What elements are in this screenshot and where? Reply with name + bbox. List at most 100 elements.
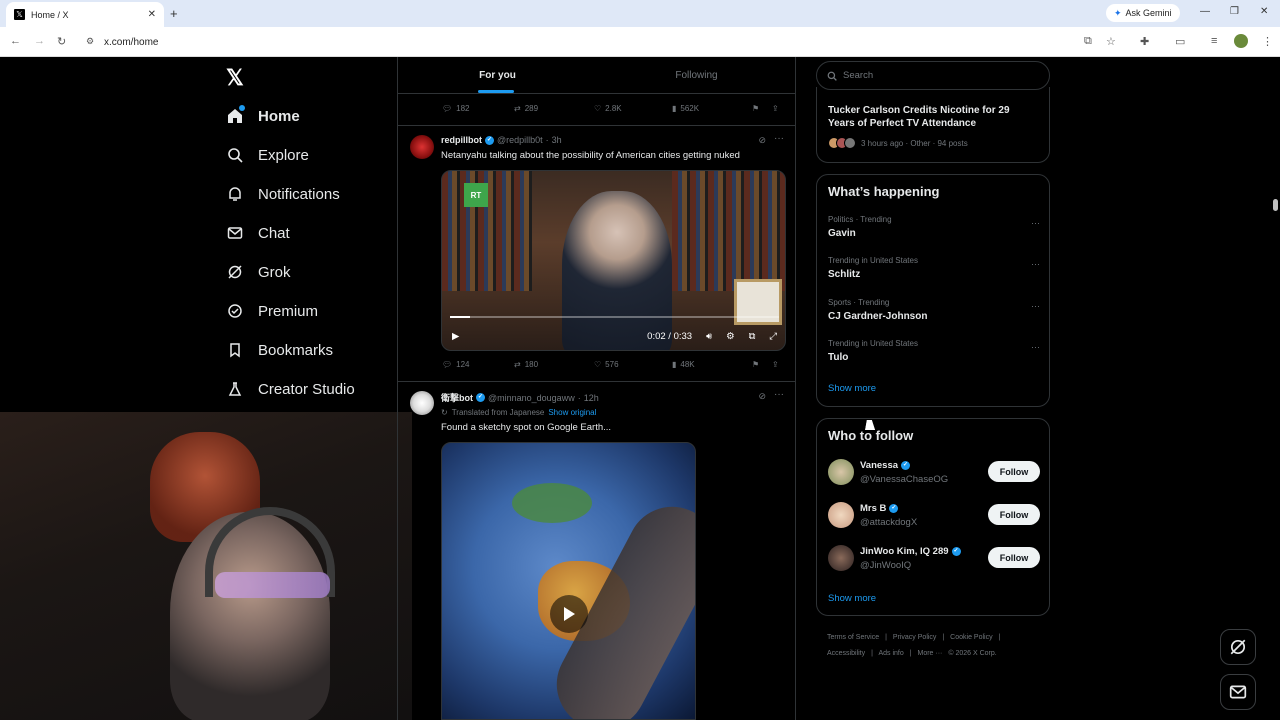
accessibility-link[interactable]: Accessibility	[827, 650, 865, 657]
address-bar[interactable]: ⚙ x.com/home	[80, 31, 1095, 53]
nav-explore[interactable]: Explore	[226, 140, 309, 170]
bookmark-icon[interactable]: ⚑	[752, 104, 772, 113]
pip-icon[interactable]: ⧉	[749, 331, 756, 342]
bell-icon	[226, 185, 244, 203]
play-button[interactable]	[550, 595, 588, 633]
trend-item[interactable]: Politics · Trending Gavin ···	[828, 215, 1040, 239]
search-input[interactable]: Search	[816, 61, 1050, 90]
reply-button[interactable]: 💬︎ 182	[442, 104, 514, 113]
avatar[interactable]	[828, 502, 854, 528]
post-author[interactable]: 衛撃bot ✓ @minnano_dougaww · 12h	[441, 391, 599, 404]
more-options-icon[interactable]: ···	[1031, 342, 1040, 352]
more-link[interactable]: More ···	[918, 650, 943, 657]
nav-home[interactable]: Home	[226, 101, 300, 131]
like-button[interactable]: ♡ 2.8K	[594, 104, 672, 113]
follow-suggestion[interactable]: JinWoo Kim, IQ 289 ✓ @JinWooIQ Follow	[828, 545, 1040, 575]
follow-button[interactable]: Follow	[988, 547, 1040, 568]
nav-notifications[interactable]: Notifications	[226, 179, 340, 209]
play-icon[interactable]: ▶	[452, 331, 459, 342]
follow-suggestion[interactable]: Mrs B ✓ @attackdogX Follow	[828, 502, 1040, 532]
nav-grok[interactable]: Grok	[226, 257, 291, 287]
trend-item[interactable]: Sports · Trending CJ Gardner-Johnson ···	[828, 298, 1040, 322]
repost-icon: ⇄	[514, 104, 521, 113]
repost-button[interactable]: ⇄ 180	[514, 360, 594, 369]
nav-bookmarks[interactable]: Bookmarks	[226, 335, 333, 365]
install-app-icon[interactable]: ⧉	[1084, 35, 1092, 48]
fullscreen-icon[interactable]: ⤢	[769, 331, 777, 342]
new-tab-icon[interactable]: +	[170, 6, 178, 21]
news-card[interactable]: Tucker Carlson Credits Nicotine for 29 Y…	[816, 87, 1050, 163]
post-video-thumbnail[interactable]	[441, 442, 696, 720]
close-window-icon[interactable]: ✕	[1260, 6, 1268, 17]
back-icon[interactable]: ←	[10, 35, 21, 47]
share-icon[interactable]: ⇪	[772, 360, 779, 369]
follow-suggestion[interactable]: Vanessa ✓ @VanessaChaseOG Follow	[828, 459, 1040, 489]
verified-badge-icon: ✓	[951, 547, 961, 556]
ask-gemini-button[interactable]: ✦ Ask Gemini	[1106, 4, 1180, 22]
grok-explain-icon[interactable]: ⊘	[758, 135, 766, 146]
reply-button[interactable]: 💬︎ 124	[442, 360, 514, 369]
messages-floating-button[interactable]	[1220, 674, 1256, 710]
like-button[interactable]: ♡ 576	[594, 360, 672, 369]
close-tab-icon[interactable]: ✕	[148, 9, 156, 20]
x-page: 𝕏 Home Explore Notifications Chat Grok P…	[0, 57, 1280, 720]
minimize-icon[interactable]: —	[1200, 6, 1210, 17]
share-icon[interactable]: ⇪	[772, 104, 779, 113]
terms-link[interactable]: Terms of Service	[827, 634, 879, 641]
restore-icon[interactable]: ❐	[1230, 6, 1239, 17]
video-progress-bar[interactable]	[450, 316, 779, 318]
tab-following[interactable]: Following	[597, 57, 796, 93]
follow-button[interactable]: Follow	[988, 461, 1040, 482]
media-controls-icon[interactable]: ≡	[1211, 35, 1217, 47]
volume-icon[interactable]: 🔊︎	[706, 331, 712, 342]
more-options-icon[interactable]: ···	[774, 389, 784, 400]
x-logo-icon[interactable]: 𝕏	[226, 65, 244, 91]
more-options-icon[interactable]: ···	[1031, 259, 1040, 269]
show-more-trends-link[interactable]: Show more	[828, 383, 876, 394]
post-author[interactable]: redpillbot ✓ @redpillb0t · 3h	[441, 135, 562, 145]
follow-button[interactable]: Follow	[988, 504, 1040, 525]
post-video-player[interactable]: RT ▶ 0:02 / 0:33 🔊︎ ⚙ ⧉ ⤢	[441, 170, 786, 351]
more-options-icon[interactable]: ···	[1031, 301, 1040, 311]
browser-tab[interactable]: 𝕏 Home / X ✕	[6, 2, 164, 27]
browser-menu-icon[interactable]: ⋮	[1262, 35, 1273, 48]
flask-icon	[226, 380, 244, 398]
views-button[interactable]: ▮ 562K	[672, 104, 752, 113]
more-options-icon[interactable]: ···	[774, 133, 784, 144]
cast-icon[interactable]: ▭	[1175, 35, 1185, 48]
video-progress-fill	[450, 316, 470, 318]
more-options-icon[interactable]: ···	[1031, 218, 1040, 228]
url-text: x.com/home	[104, 36, 159, 48]
cookie-link[interactable]: Cookie Policy	[950, 634, 992, 641]
avatar[interactable]	[828, 545, 854, 571]
nav-creator-studio[interactable]: Creator Studio	[226, 374, 355, 404]
show-original-link[interactable]: Show original	[548, 408, 596, 417]
privacy-link[interactable]: Privacy Policy	[893, 634, 937, 641]
trend-item[interactable]: Trending in United States Tulo ···	[828, 339, 1040, 363]
extensions-icon[interactable]: ✚	[1140, 35, 1149, 48]
ads-info-link[interactable]: Ads info	[878, 650, 903, 657]
reload-icon[interactable]: ↻	[57, 35, 66, 48]
grok-floating-button[interactable]	[1220, 629, 1256, 665]
home-icon	[226, 105, 245, 125]
settings-icon[interactable]: ⚙	[726, 331, 735, 342]
bookmark-icon[interactable]: ⚑	[752, 360, 772, 369]
avatar[interactable]	[410, 391, 434, 415]
avatar[interactable]	[410, 135, 434, 159]
grok-explain-icon[interactable]: ⊘	[758, 391, 766, 402]
scrollbar-thumb[interactable]	[1273, 199, 1278, 211]
nav-premium[interactable]: Premium	[226, 296, 318, 326]
bookmark-star-icon[interactable]: ☆	[1106, 35, 1116, 48]
views-button[interactable]: ▮ 48K	[672, 360, 752, 369]
forward-icon[interactable]: →	[34, 35, 45, 47]
profile-avatar[interactable]	[1234, 34, 1248, 48]
avatar[interactable]	[828, 459, 854, 485]
timeline-tabs: For you Following	[398, 57, 796, 94]
repost-button[interactable]: ⇄ 289	[514, 104, 594, 113]
page-scrollbar[interactable]	[1271, 57, 1280, 720]
show-more-follow-link[interactable]: Show more	[828, 593, 876, 604]
tab-for-you[interactable]: For you	[398, 57, 597, 93]
nav-chat[interactable]: Chat	[226, 218, 290, 248]
trend-item[interactable]: Trending in United States Schlitz ···	[828, 256, 1040, 280]
site-info-icon[interactable]: ⚙	[86, 36, 94, 47]
